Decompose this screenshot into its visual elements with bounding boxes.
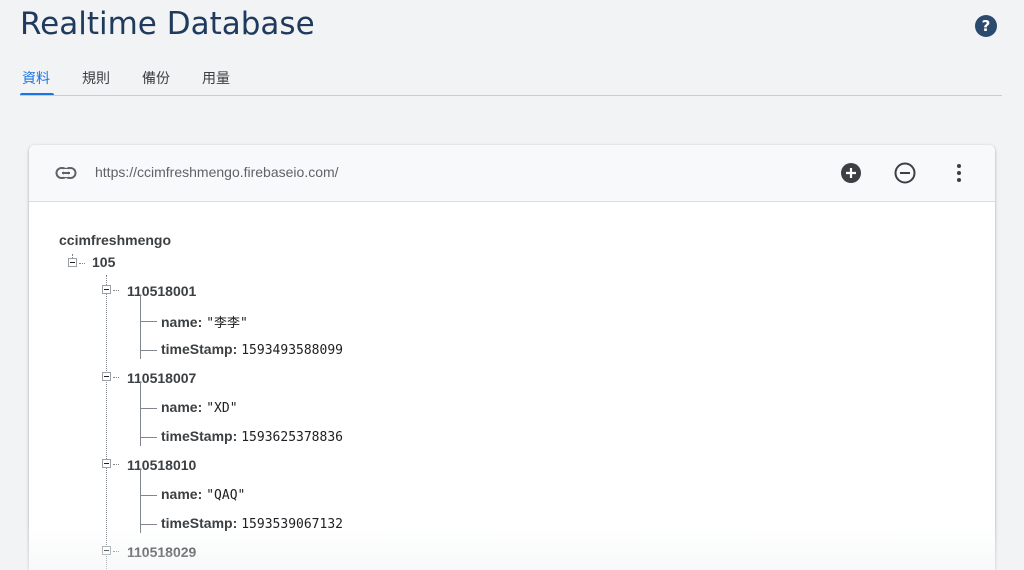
leaf-value: 1593625378836 (241, 430, 343, 445)
tree-node-key[interactable]: 105 (92, 254, 115, 270)
tree-connector (113, 290, 119, 291)
tree-connector (140, 437, 157, 438)
leaf-key: timeStamp: (161, 341, 238, 357)
tree-node-key[interactable]: 110518010 (127, 457, 196, 473)
tree-leaf[interactable]: timeStamp: 1593493588099 (161, 341, 343, 358)
more-options-button[interactable] (948, 162, 970, 184)
leaf-key: timeStamp: (161, 428, 238, 444)
tree-connector (79, 263, 85, 264)
tree-connector (106, 275, 107, 570)
tree-connector (113, 377, 119, 378)
tree-leaf[interactable]: name: "XD" (161, 399, 238, 416)
leaf-value: "QAQ" (206, 488, 246, 503)
tab-bar: 資料 規則 備份 用量 (20, 66, 260, 96)
tree-connector (140, 321, 157, 322)
tree-connector (140, 350, 157, 351)
leaf-value: 1593539067132 (241, 517, 343, 532)
tree-connector (140, 524, 157, 525)
tree-leaf[interactable]: timeStamp: 1593625378836 (161, 428, 343, 445)
tree-leaf[interactable]: timeStamp: 1593539067132 (161, 515, 343, 532)
tree-connector (113, 551, 119, 552)
tab-backups[interactable]: 備份 (140, 66, 172, 96)
tab-rules[interactable]: 規則 (80, 66, 112, 96)
tree-node-key[interactable]: 110518007 (127, 370, 196, 386)
collapse-toggle[interactable] (68, 258, 77, 267)
collapse-toggle[interactable] (102, 285, 111, 294)
remove-node-button[interactable] (894, 162, 916, 184)
leaf-key: name: (161, 486, 203, 502)
database-card: https://ccimfreshmengo.firebaseio.com/ c (29, 145, 995, 570)
help-circle-icon[interactable]: ? (975, 15, 997, 37)
page-title: Realtime Database (20, 6, 315, 42)
more-vert-icon (957, 164, 961, 182)
add-circle-icon (841, 163, 861, 183)
remove-circle-icon (894, 162, 916, 184)
collapse-toggle[interactable] (102, 372, 111, 381)
tree-connector (140, 408, 157, 409)
tree-leaf[interactable]: name: "李李" (161, 312, 248, 331)
collapse-toggle[interactable] (102, 546, 111, 555)
tree-leaf[interactable]: name: "QAQ" (161, 486, 245, 503)
leaf-value: 1593493588099 (241, 343, 343, 358)
tree-root-key[interactable]: ccimfreshmengo (59, 232, 171, 248)
tree-node-key[interactable]: 110518029 (127, 544, 196, 560)
tab-data[interactable]: 資料 (20, 66, 54, 96)
tree-node-key[interactable]: 110518001 (127, 283, 196, 299)
leaf-key: name: (161, 399, 203, 415)
add-child-button[interactable] (840, 162, 862, 184)
leaf-key: name: (161, 314, 203, 330)
tree-connector (113, 464, 119, 465)
tree-connector (140, 495, 157, 496)
tabs-divider (20, 95, 1002, 96)
link-icon (55, 167, 77, 179)
database-url[interactable]: https://ccimfreshmengo.firebaseio.com/ (95, 164, 339, 180)
tab-usage[interactable]: 用量 (200, 66, 232, 96)
leaf-value: "李李" (206, 316, 248, 331)
leaf-value: "XD" (206, 401, 238, 416)
card-header: https://ccimfreshmengo.firebaseio.com/ (29, 145, 995, 202)
collapse-toggle[interactable] (102, 459, 111, 468)
leaf-key: timeStamp: (161, 515, 238, 531)
